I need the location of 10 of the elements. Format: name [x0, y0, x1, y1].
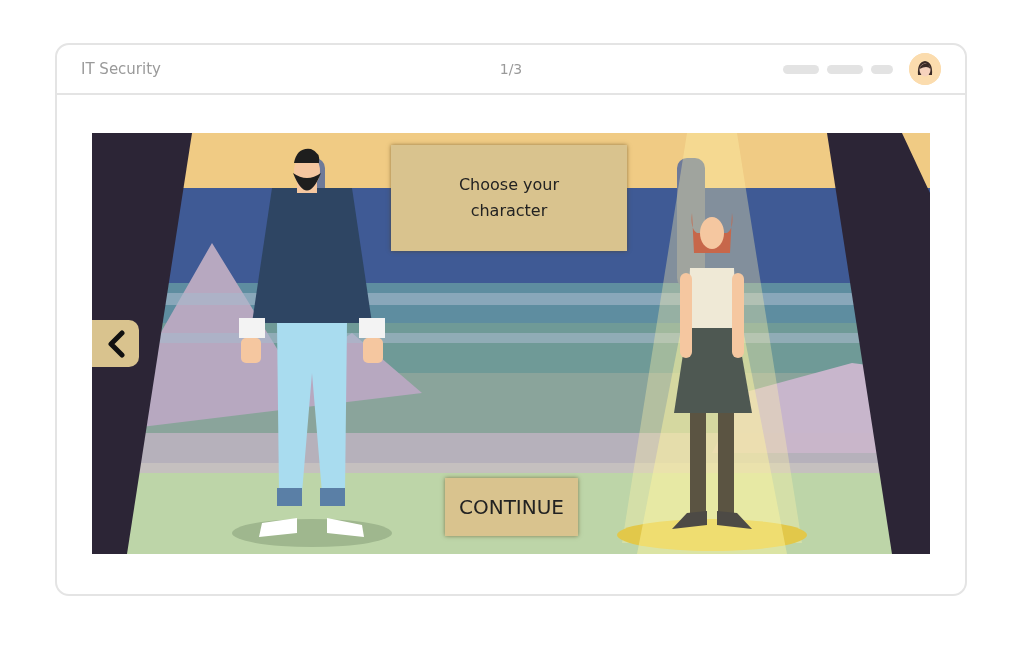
prompt-banner: Choose your character: [391, 145, 627, 251]
course-title: IT Security: [81, 58, 161, 80]
page-counter: 1/3: [499, 59, 523, 79]
chevron-left-icon: [105, 329, 126, 358]
continue-button[interactable]: CONTINUE: [445, 478, 578, 536]
placeholder-bar: [871, 64, 893, 74]
placeholder-bar: [827, 64, 863, 74]
avatar-icon[interactable]: [909, 53, 941, 85]
back-button[interactable]: [92, 320, 139, 367]
placeholder-bar: [783, 64, 819, 74]
